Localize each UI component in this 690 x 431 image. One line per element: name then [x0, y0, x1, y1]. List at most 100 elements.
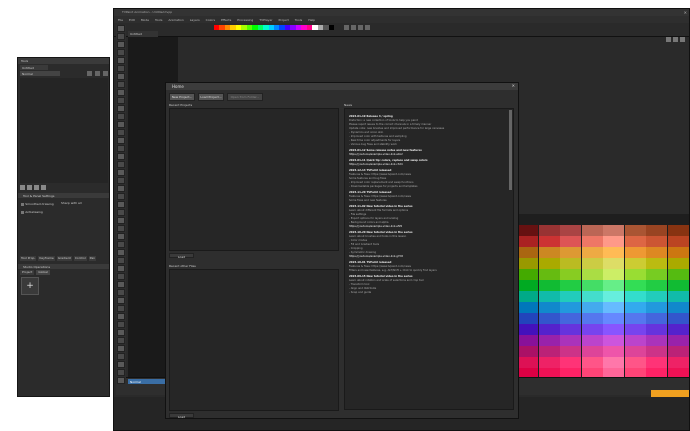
menu-item[interactable]: Layers	[190, 18, 200, 22]
recent-files-list[interactable]	[169, 269, 339, 411]
color-swatch[interactable]	[328, 25, 334, 30]
tool-icon[interactable]	[41, 185, 46, 190]
palette-swatch[interactable]	[560, 258, 581, 269]
news-link[interactable]: https://youtu.be/example-video-link-g7h8	[349, 255, 509, 258]
menu-item[interactable]: TVPlayer	[259, 18, 272, 22]
panel-tab[interactable]: Gradient	[56, 256, 72, 261]
palette-swatch[interactable]	[560, 247, 581, 258]
palette-swatch[interactable]	[581, 269, 603, 280]
palette-swatch[interactable]	[517, 258, 538, 269]
palette-swatch[interactable]	[603, 247, 624, 258]
palette-swatch[interactable]	[624, 291, 646, 302]
tool-icon[interactable]	[117, 345, 125, 352]
palette-swatch[interactable]	[603, 313, 624, 324]
palette-swatch[interactable]	[646, 313, 667, 324]
palette-swatch[interactable]	[517, 335, 538, 346]
tool-icon[interactable]	[87, 71, 92, 76]
menu-item[interactable]: Project	[279, 18, 289, 22]
palette-swatch[interactable]	[603, 236, 624, 247]
palette-swatch[interactable]	[538, 269, 560, 280]
palette-swatch[interactable]	[603, 258, 624, 269]
timeline-layer[interactable]: Normal	[128, 379, 168, 384]
tool-icon[interactable]	[117, 121, 125, 128]
menu-item[interactable]: Tools	[295, 18, 302, 22]
palette-swatch[interactable]	[667, 357, 689, 368]
tool-icon[interactable]	[117, 137, 125, 144]
tool-icon[interactable]	[117, 249, 125, 256]
palette-swatch[interactable]	[581, 302, 603, 313]
window-icon[interactable]	[680, 37, 685, 42]
tool-icon[interactable]	[117, 321, 125, 328]
panel-tab[interactable]: Control	[73, 256, 87, 261]
tool-icon[interactable]	[117, 57, 125, 64]
add-button[interactable]: +	[21, 277, 39, 295]
palette-swatch[interactable]	[646, 291, 667, 302]
palette-swatch[interactable]	[517, 236, 538, 247]
tool-icon[interactable]	[117, 257, 125, 264]
palette-swatch[interactable]	[560, 280, 581, 291]
news-link[interactable]: https://youtu.be/example-video-link-c3d4	[349, 163, 509, 166]
palette-swatch[interactable]	[667, 313, 689, 324]
palette-swatch[interactable]	[624, 258, 646, 269]
palette-swatch[interactable]	[646, 236, 667, 247]
palette-swatch[interactable]	[517, 346, 538, 357]
palette-swatch[interactable]	[538, 313, 560, 324]
palette-swatch[interactable]	[538, 291, 560, 302]
palette-swatch[interactable]	[517, 225, 538, 236]
palette-swatch[interactable]	[646, 247, 667, 258]
palette-swatch[interactable]	[603, 346, 624, 357]
menu-item[interactable]: Colors	[206, 18, 215, 22]
palette-swatch[interactable]	[581, 291, 603, 302]
tool-icon[interactable]	[117, 265, 125, 272]
menu-item[interactable]: Edit	[129, 18, 135, 22]
news-panel[interactable]: 2024-01-19 Release 4 / spring Distortion:…	[344, 108, 514, 410]
left-tab[interactable]: Untitled	[20, 65, 48, 70]
option-antialiasing[interactable]: Antialiasing	[21, 209, 106, 214]
palette-swatch[interactable]	[581, 225, 603, 236]
close-icon[interactable]: ✕	[512, 83, 515, 88]
palette-swatch[interactable]	[538, 346, 560, 357]
palette-swatch[interactable]	[624, 313, 646, 324]
palette-swatch[interactable]	[646, 269, 667, 280]
palette-swatch[interactable]	[581, 247, 603, 258]
tool-icon[interactable]	[117, 209, 125, 216]
tool-icon[interactable]	[117, 305, 125, 312]
palette-swatch[interactable]	[646, 346, 667, 357]
palette-swatch[interactable]	[581, 357, 603, 368]
tool-icon[interactable]	[117, 41, 125, 48]
palette-swatch[interactable]	[538, 324, 560, 335]
open-folder-button[interactable]: Open from Folder...	[227, 93, 263, 101]
palette-swatch[interactable]	[624, 236, 646, 247]
tool-icon[interactable]	[117, 81, 125, 88]
palette-swatch[interactable]	[667, 269, 689, 280]
palette-swatch[interactable]	[603, 324, 624, 335]
tool-icon[interactable]	[95, 71, 100, 76]
palette-swatch[interactable]	[538, 258, 560, 269]
palette-swatch[interactable]	[538, 236, 560, 247]
tool-icon[interactable]	[117, 25, 125, 32]
accent-badge[interactable]	[651, 390, 689, 397]
tool-icon[interactable]	[34, 185, 39, 190]
palette-swatch[interactable]	[538, 357, 560, 368]
load-projects-button[interactable]: Load	[169, 253, 194, 259]
palette-swatch[interactable]	[517, 324, 538, 335]
palette-swatch[interactable]	[517, 302, 538, 313]
palette-swatch[interactable]	[538, 225, 560, 236]
palette-swatch[interactable]	[517, 280, 538, 291]
palette-swatch[interactable]	[646, 280, 667, 291]
tool-icon[interactable]	[117, 129, 125, 136]
palette-swatch[interactable]	[624, 302, 646, 313]
menu-item[interactable]: Effects	[221, 18, 231, 22]
tool-icon[interactable]	[117, 361, 125, 368]
palette-swatch[interactable]	[646, 324, 667, 335]
tool-icon[interactable]	[117, 369, 125, 376]
palette-swatch[interactable]	[667, 225, 689, 236]
palette-swatch[interactable]	[646, 357, 667, 368]
palette-swatch[interactable]	[560, 313, 581, 324]
tool-icon[interactable]	[117, 233, 125, 240]
palette-swatch[interactable]	[560, 269, 581, 280]
palette-swatch[interactable]	[667, 302, 689, 313]
palette-swatch[interactable]	[667, 291, 689, 302]
palette-swatch[interactable]	[560, 236, 581, 247]
palette-swatch[interactable]	[646, 335, 667, 346]
